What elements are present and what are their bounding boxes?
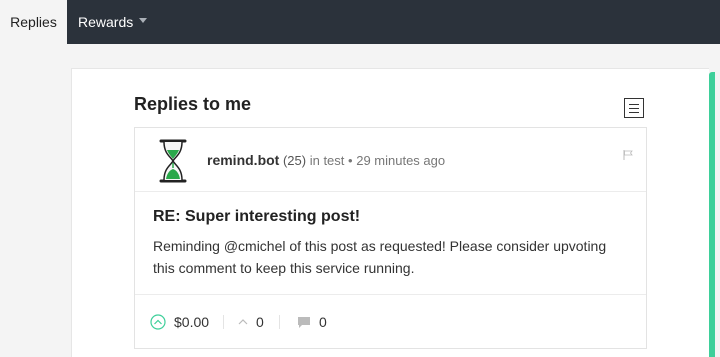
reply-header: remind.bot (25) in test • 29 minutes ago [135,128,646,192]
tab-rewards-label: Rewards [78,14,134,30]
scrollbar[interactable] [709,72,715,357]
reply-card: remind.bot (25) in test • 29 minutes ago… [134,127,647,349]
author-reputation: (25) [282,153,307,168]
footer-divider [223,315,224,329]
reply-body: Reminding @cmichel of this post as reque… [153,238,607,276]
author-name[interactable]: remind.bot [207,152,279,168]
vote-count: 0 [238,295,264,349]
post-time[interactable]: 29 minutes ago [356,153,445,168]
tab-rewards[interactable]: Rewards [78,0,148,44]
comments-value[interactable]: 0 [319,314,327,330]
chevron-down-icon [139,17,148,23]
reply-title[interactable]: RE: Super interesting post! [153,208,360,226]
avatar[interactable] [157,138,189,184]
footer-divider [279,315,280,329]
reply-footer: $0.00 0 0 [135,294,646,348]
reply-meta: remind.bot (25) in test • 29 minutes ago [207,152,445,168]
votes-value[interactable]: 0 [256,314,264,330]
payout-value[interactable]: $0.00 [174,314,209,330]
upvote-payout: $0.00 [150,295,209,349]
top-navigation-bar: Replies Rewards [0,0,720,44]
tab-replies[interactable]: Replies [0,0,67,44]
tab-replies-label: Replies [10,14,57,30]
list-view-toggle-icon[interactable] [624,98,644,118]
chevron-up-icon[interactable] [238,318,248,326]
category-text[interactable]: in test [310,153,345,168]
flag-icon[interactable] [623,150,633,160]
comment-icon[interactable] [297,316,311,329]
page-title: Replies to me [134,94,252,114]
upvote-icon[interactable] [150,314,166,330]
meta-separator: • [348,153,353,168]
comment-count: 0 [297,295,327,349]
